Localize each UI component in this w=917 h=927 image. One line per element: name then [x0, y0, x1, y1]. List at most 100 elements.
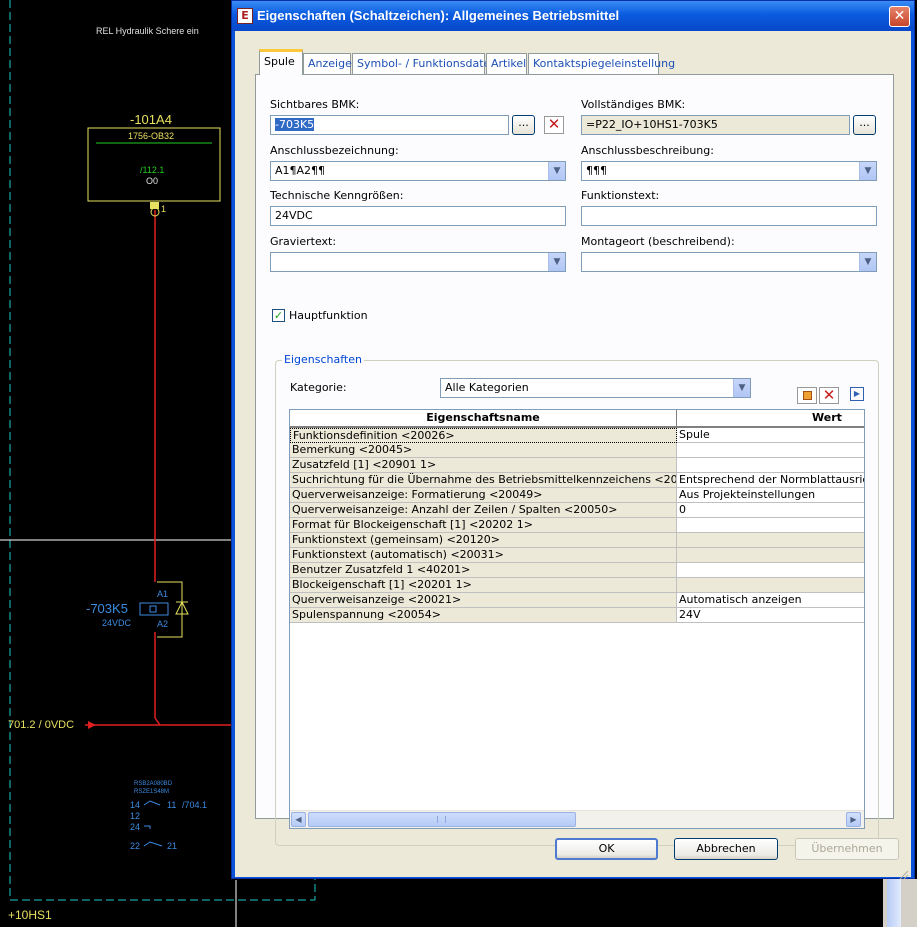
table-row[interactable]: Funktionstext (automatisch) <20031>: [290, 548, 864, 563]
contact-11: 11: [167, 800, 177, 810]
table-row[interactable]: Format für Blockeigenschaft [1] <20202 1…: [290, 518, 864, 533]
kategorie-combo[interactable]: Alle Kategorien ▼: [440, 378, 751, 398]
table-row[interactable]: Bemerkung <20045>: [290, 443, 864, 458]
property-value[interactable]: [677, 443, 864, 458]
property-name: Format für Blockeigenschaft [1] <20202 1…: [290, 518, 677, 533]
property-value[interactable]: [677, 458, 864, 473]
resize-grip-icon: [899, 870, 909, 880]
table-row[interactable]: Querverweisanzeige: Formatierung <20049>…: [290, 488, 864, 503]
coil-a2: A2: [157, 619, 169, 629]
contact-article-1: RSB2A080BD: [134, 781, 173, 787]
table-row[interactable]: Spulenspannung <20054> 24V: [290, 608, 864, 623]
funktionstext-input[interactable]: [581, 206, 877, 226]
table-row[interactable]: Blockeigenschaft [1] <20201 1>: [290, 578, 864, 593]
horizontal-scrollbar[interactable]: ◀ ▶: [290, 810, 864, 828]
kategorie-label: Kategorie:: [290, 381, 347, 394]
resize-grip[interactable]: [899, 865, 909, 880]
abbrechen-button[interactable]: Abbrechen: [674, 838, 778, 860]
anschlussbeschreibung-combo[interactable]: ¶¶¶ ▼: [581, 161, 877, 181]
delete-icon[interactable]: ✕: [544, 116, 564, 134]
chevron-down-icon[interactable]: ▼: [548, 253, 565, 271]
dialog-title: Eigenschaften (Schaltzeichen): Allgemein…: [257, 8, 620, 23]
property-value[interactable]: 24V: [677, 608, 864, 623]
eplan-app-icon: E: [237, 8, 253, 24]
table-row[interactable]: Funktionstext (gemeinsam) <20120>: [290, 533, 864, 548]
tab-artikel[interactable]: Artikel: [486, 53, 527, 74]
potential-label: 701.2 / 0VDC: [8, 719, 75, 731]
vollstaendiges-bmk-browse-button[interactable]: ...: [853, 115, 876, 135]
dialog-titlebar[interactable]: E Eigenschaften (Schaltzeichen): Allgeme…: [232, 1, 914, 31]
contact-22: 22: [130, 841, 141, 851]
tab-kontaktspiegeleinstellung[interactable]: Kontaktspiegeleinstellung: [528, 53, 675, 74]
coil-tech: 24VDC: [102, 618, 132, 628]
chevron-down-icon[interactable]: ▼: [548, 162, 565, 180]
table-row[interactable]: Funktionsdefinition <20026> Spule: [290, 428, 864, 443]
close-button[interactable]: ✕: [889, 6, 910, 27]
table-row[interactable]: Querverweisanzeige <20021> Automatisch a…: [290, 593, 864, 608]
property-name: Spulenspannung <20054>: [290, 608, 677, 623]
close-icon: ✕: [893, 8, 906, 24]
delete-property-icon[interactable]: ✕: [819, 387, 839, 404]
anschlussbezeichnung-value: A1¶A2¶¶: [275, 164, 326, 177]
table-row[interactable]: Benutzer Zusatzfeld 1 <40201>: [290, 563, 864, 578]
tab-panel-spule: Sichtbares BMK: -703K5 ... ✕ Vollständig…: [255, 74, 894, 846]
sichtbares-bmk-browse-button[interactable]: ...: [512, 115, 535, 135]
hauptfunktion-label: Hauptfunktion: [289, 309, 368, 322]
column-header-name[interactable]: Eigenschaftsname: [290, 410, 677, 428]
tab-spule[interactable]: Spule: [259, 49, 303, 75]
technische-kenngroessen-label: Technische Kenngrößen:: [270, 189, 404, 202]
graviertext-combo[interactable]: ▼: [270, 252, 566, 272]
ok-button[interactable]: OK: [555, 838, 658, 860]
scroll-thumb[interactable]: [308, 812, 576, 827]
coil-a1: A1: [157, 589, 169, 599]
new-property-icon[interactable]: [797, 387, 817, 404]
tab-symbol-funktionsdaten[interactable]: Symbol- / Funktionsdaten: [352, 53, 497, 74]
property-value[interactable]: Automatisch anzeigen: [677, 593, 864, 608]
device-type: 1756-OB32: [128, 131, 175, 141]
device-pin: 1: [161, 204, 167, 214]
chevron-down-icon[interactable]: ▼: [859, 162, 876, 180]
property-value[interactable]: 0: [677, 503, 864, 518]
contact-ref: /704.1: [182, 800, 208, 810]
property-name: Querverweisanzeige: Anzahl der Zeilen / …: [290, 503, 677, 518]
property-value[interactable]: Spule: [677, 428, 864, 443]
kategorie-value: Alle Kategorien: [445, 381, 529, 394]
property-value[interactable]: [677, 578, 864, 593]
property-value[interactable]: Entsprechend der Normblattausrichtung: [677, 473, 864, 488]
properties-grid: Eigenschaftsname Wert Funktionsdefinitio…: [289, 409, 865, 829]
table-row[interactable]: Suchrichtung für die Übernahme des Betri…: [290, 473, 864, 488]
contact-article-2: RSZE1S48M: [134, 789, 170, 795]
property-value[interactable]: [677, 563, 864, 578]
sichtbares-bmk-value: -703K5: [275, 118, 315, 131]
property-value[interactable]: [677, 533, 864, 548]
montageort-combo[interactable]: ▼: [581, 252, 877, 272]
property-value[interactable]: Aus Projekteinstellungen: [677, 488, 864, 503]
property-name: Querverweisanzeige: Formatierung <20049>: [290, 488, 677, 503]
hauptfunktion-checkbox[interactable]: ✓: [272, 309, 285, 322]
chevron-down-icon[interactable]: ▼: [859, 253, 876, 271]
scroll-right-icon[interactable]: ▶: [846, 812, 861, 827]
table-row[interactable]: Zusatzfeld [1] <20901 1>: [290, 458, 864, 473]
tab-anzeige[interactable]: Anzeige: [303, 53, 352, 74]
anschlussbezeichnung-combo[interactable]: A1¶A2¶¶ ▼: [270, 161, 566, 181]
property-value[interactable]: [677, 548, 864, 563]
location-label: +10HS1: [8, 908, 52, 922]
table-row[interactable]: Querverweisanzeige: Anzahl der Zeilen / …: [290, 503, 864, 518]
montageort-label: Montageort (beschreibend):: [581, 235, 735, 248]
vollstaendiges-bmk-label: Vollständiges BMK:: [581, 98, 686, 111]
eigenschaften-groupbox: Eigenschaften Kategorie: Alle Kategorien…: [275, 353, 879, 846]
property-value[interactable]: [677, 518, 864, 533]
properties-dialog: E Eigenschaften (Schaltzeichen): Allgeme…: [231, 0, 915, 880]
sichtbares-bmk-input[interactable]: -703K5: [270, 115, 509, 135]
technische-kenngroessen-input[interactable]: 24VDC: [270, 206, 566, 226]
play-icon[interactable]: ▶: [850, 387, 864, 401]
scroll-left-icon[interactable]: ◀: [291, 812, 306, 827]
chevron-down-icon[interactable]: ▼: [733, 379, 750, 397]
anschlussbezeichnung-label: Anschlussbezeichnung:: [270, 144, 399, 157]
property-name: Querverweisanzeige <20021>: [290, 593, 677, 608]
contact-24: 24: [130, 822, 141, 832]
device-ref: /112.1: [140, 165, 165, 175]
eigenschaften-group-title: Eigenschaften: [282, 353, 364, 366]
device-port: O0: [146, 176, 159, 186]
column-header-value[interactable]: Wert: [677, 410, 864, 428]
